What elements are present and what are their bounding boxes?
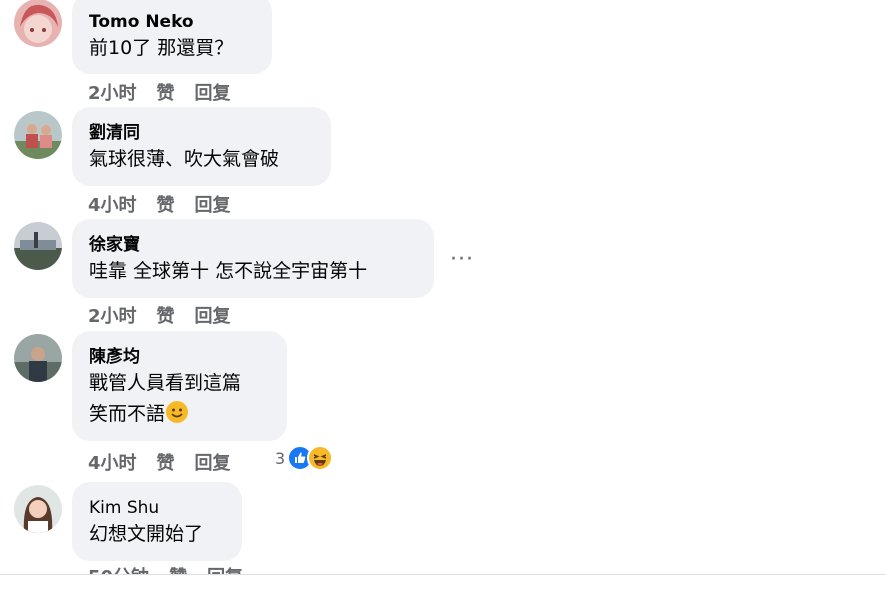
comment-text: 笑而不語 <box>89 403 166 425</box>
avatar[interactable] <box>14 111 62 159</box>
comment-author[interactable]: 劉清同 <box>89 122 315 144</box>
reply-button[interactable]: 回复 <box>195 191 231 217</box>
like-button[interactable]: 赞 <box>157 191 175 217</box>
comment-text: 戰管人員看到這篇 <box>89 372 242 394</box>
comment-author[interactable]: 陳彥均 <box>89 346 271 368</box>
comment-time[interactable]: 2小时 <box>88 79 137 105</box>
comment-bubble: Tomo Neko 前10了 那還買？ <box>72 0 272 74</box>
reaction-count: 3 <box>275 448 286 468</box>
comment-text: 前10了 那還買？ <box>89 37 234 59</box>
smile-emoji-icon <box>165 400 189 434</box>
avatar[interactable] <box>14 0 62 47</box>
comment-text: 氣球很薄、吹大氣會破 <box>89 148 280 170</box>
comment-bubble: Kim Shu 幻想文開始了 <box>72 482 242 561</box>
comment-bubble: 陳彥均 戰管人員看到這篇 笑而不語 <box>72 331 287 441</box>
comment-text: 幻想文開始了 <box>89 523 204 545</box>
reaction-summary[interactable]: 3 <box>275 445 334 471</box>
avatar[interactable] <box>14 485 62 533</box>
comment-author[interactable]: Tomo Neko <box>89 11 256 33</box>
reply-button[interactable]: 回复 <box>195 302 231 328</box>
like-button[interactable]: 赞 <box>157 449 175 475</box>
avatar[interactable] <box>14 334 62 382</box>
comment-bubble: 劉清同 氣球很薄、吹大氣會破 <box>72 107 331 186</box>
comment-author[interactable]: 徐家寶 <box>89 234 418 256</box>
comment-bubble: 徐家寶 哇靠 全球第十 怎不說全宇宙第十 <box>72 219 434 298</box>
comment-text: 哇靠 全球第十 怎不說全宇宙第十 <box>89 260 368 282</box>
reply-button[interactable]: 回复 <box>195 79 231 105</box>
comment-time[interactable]: 2小时 <box>88 302 137 328</box>
comment-time[interactable]: 4小时 <box>88 449 137 475</box>
reply-button[interactable]: 回复 <box>195 449 231 475</box>
comment-time[interactable]: 4小时 <box>88 191 137 217</box>
avatar[interactable] <box>14 222 62 270</box>
more-options-icon[interactable]: ··· <box>450 249 474 271</box>
like-button[interactable]: 赞 <box>157 79 175 105</box>
viewport-edge <box>0 574 886 586</box>
laughing-emoji-icon <box>307 445 334 471</box>
comment-text-line: 笑而不語 <box>89 399 271 434</box>
comment-author[interactable]: Kim Shu <box>89 497 226 519</box>
like-button[interactable]: 赞 <box>157 302 175 328</box>
